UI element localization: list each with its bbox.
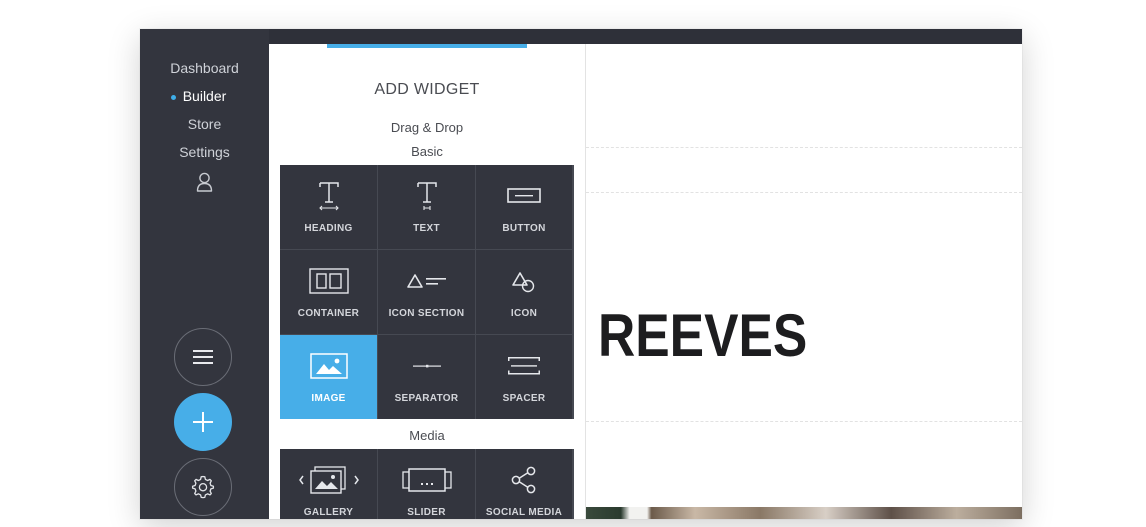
nav-item-store[interactable]: Store — [140, 114, 269, 142]
hamburger-menu-icon — [193, 350, 213, 364]
icon-icon — [512, 272, 535, 293]
user-icon[interactable] — [196, 172, 213, 192]
nav-item-settings[interactable]: Settings — [140, 142, 269, 170]
top-bar — [140, 29, 1022, 44]
widget-heading[interactable]: HEADING — [280, 165, 377, 249]
nav-item-label: Dashboard — [170, 60, 239, 76]
widget-grid-basic: HEADING TEXT BUTTON CONTAINER ICON SECTI… — [280, 165, 574, 419]
section-divider — [586, 421, 1022, 422]
widget-button[interactable]: BUTTON — [476, 165, 572, 249]
gear-icon — [191, 475, 215, 499]
section-divider — [586, 192, 1022, 193]
panel-title: ADD WIDGET — [374, 81, 480, 98]
widget-label: GALLERY — [303, 507, 354, 518]
widget-label: HEADING — [304, 223, 353, 234]
image-icon — [309, 353, 348, 379]
menu-button[interactable] — [174, 328, 232, 386]
widget-label: SOCIAL MEDIA — [485, 507, 563, 518]
widget-social-media[interactable]: SOCIAL MEDIA — [476, 449, 572, 519]
panel-accent-bar — [327, 44, 527, 48]
add-widget-panel: ADD WIDGET Drag & Drop Basic HEADING TEX… — [269, 44, 586, 519]
widget-label: CONTAINER — [297, 308, 360, 319]
section-label-media: Media — [409, 428, 445, 443]
widget-label: TEXT — [413, 223, 440, 234]
widget-gallery[interactable]: GALLERY — [280, 449, 377, 519]
nav-list: Dashboard Builder Store Settings — [140, 58, 269, 170]
widget-text[interactable]: TEXT — [378, 165, 475, 249]
text-icon — [416, 182, 437, 210]
widget-label: SEPARATOR — [394, 393, 459, 404]
sidebar-nav: Dashboard Builder Store Settings — [140, 29, 269, 519]
section-label-basic: Basic — [411, 144, 443, 159]
share-icon — [511, 466, 536, 494]
active-indicator — [170, 94, 176, 100]
nav-item-label: Builder — [182, 88, 227, 104]
widget-label: IMAGE — [311, 393, 346, 404]
widget-icon[interactable]: ICON — [476, 250, 572, 334]
widget-container[interactable]: CONTAINER — [280, 250, 377, 334]
hero-image-strip — [586, 507, 1022, 519]
widget-label: SLIDER — [407, 507, 446, 518]
widget-label: BUTTON — [502, 223, 546, 234]
add-widget-button[interactable] — [174, 393, 232, 451]
heading-icon — [318, 182, 339, 211]
slider-icon — [401, 468, 452, 492]
nav-item-dashboard[interactable]: Dashboard — [140, 58, 269, 86]
app-window: Dashboard Builder Store Settings ADD WID… — [140, 29, 1022, 519]
widget-label: SPACER — [502, 393, 546, 404]
widget-slider[interactable]: SLIDER — [378, 449, 475, 519]
panel-subtitle: Drag & Drop — [390, 120, 464, 135]
widget-label: ICON SECTION — [388, 308, 465, 319]
widget-label: ICON — [510, 308, 538, 319]
settings-button[interactable] — [174, 458, 232, 516]
nav-item-builder[interactable]: Builder — [140, 86, 269, 114]
gallery-icon — [298, 466, 359, 494]
widget-image[interactable]: IMAGE — [280, 335, 377, 419]
hero-heading[interactable]: REEVES — [598, 301, 807, 371]
section-divider — [586, 147, 1022, 148]
spacer-icon — [508, 357, 540, 375]
nav-item-label: Store — [187, 116, 222, 132]
plus-icon — [193, 412, 213, 432]
container-icon — [308, 268, 349, 294]
nav-item-label: Settings — [179, 144, 230, 160]
widget-spacer[interactable]: SPACER — [476, 335, 572, 419]
widget-icon-section[interactable]: ICON SECTION — [378, 250, 475, 334]
button-icon — [507, 188, 541, 203]
page-canvas[interactable]: REEVES — [586, 44, 1022, 519]
icon-section-icon — [406, 274, 446, 288]
separator-icon — [412, 364, 441, 368]
widget-separator[interactable]: SEPARATOR — [378, 335, 475, 419]
widget-grid-media: GALLERY SLIDER SOCIAL MEDIA — [280, 449, 574, 519]
